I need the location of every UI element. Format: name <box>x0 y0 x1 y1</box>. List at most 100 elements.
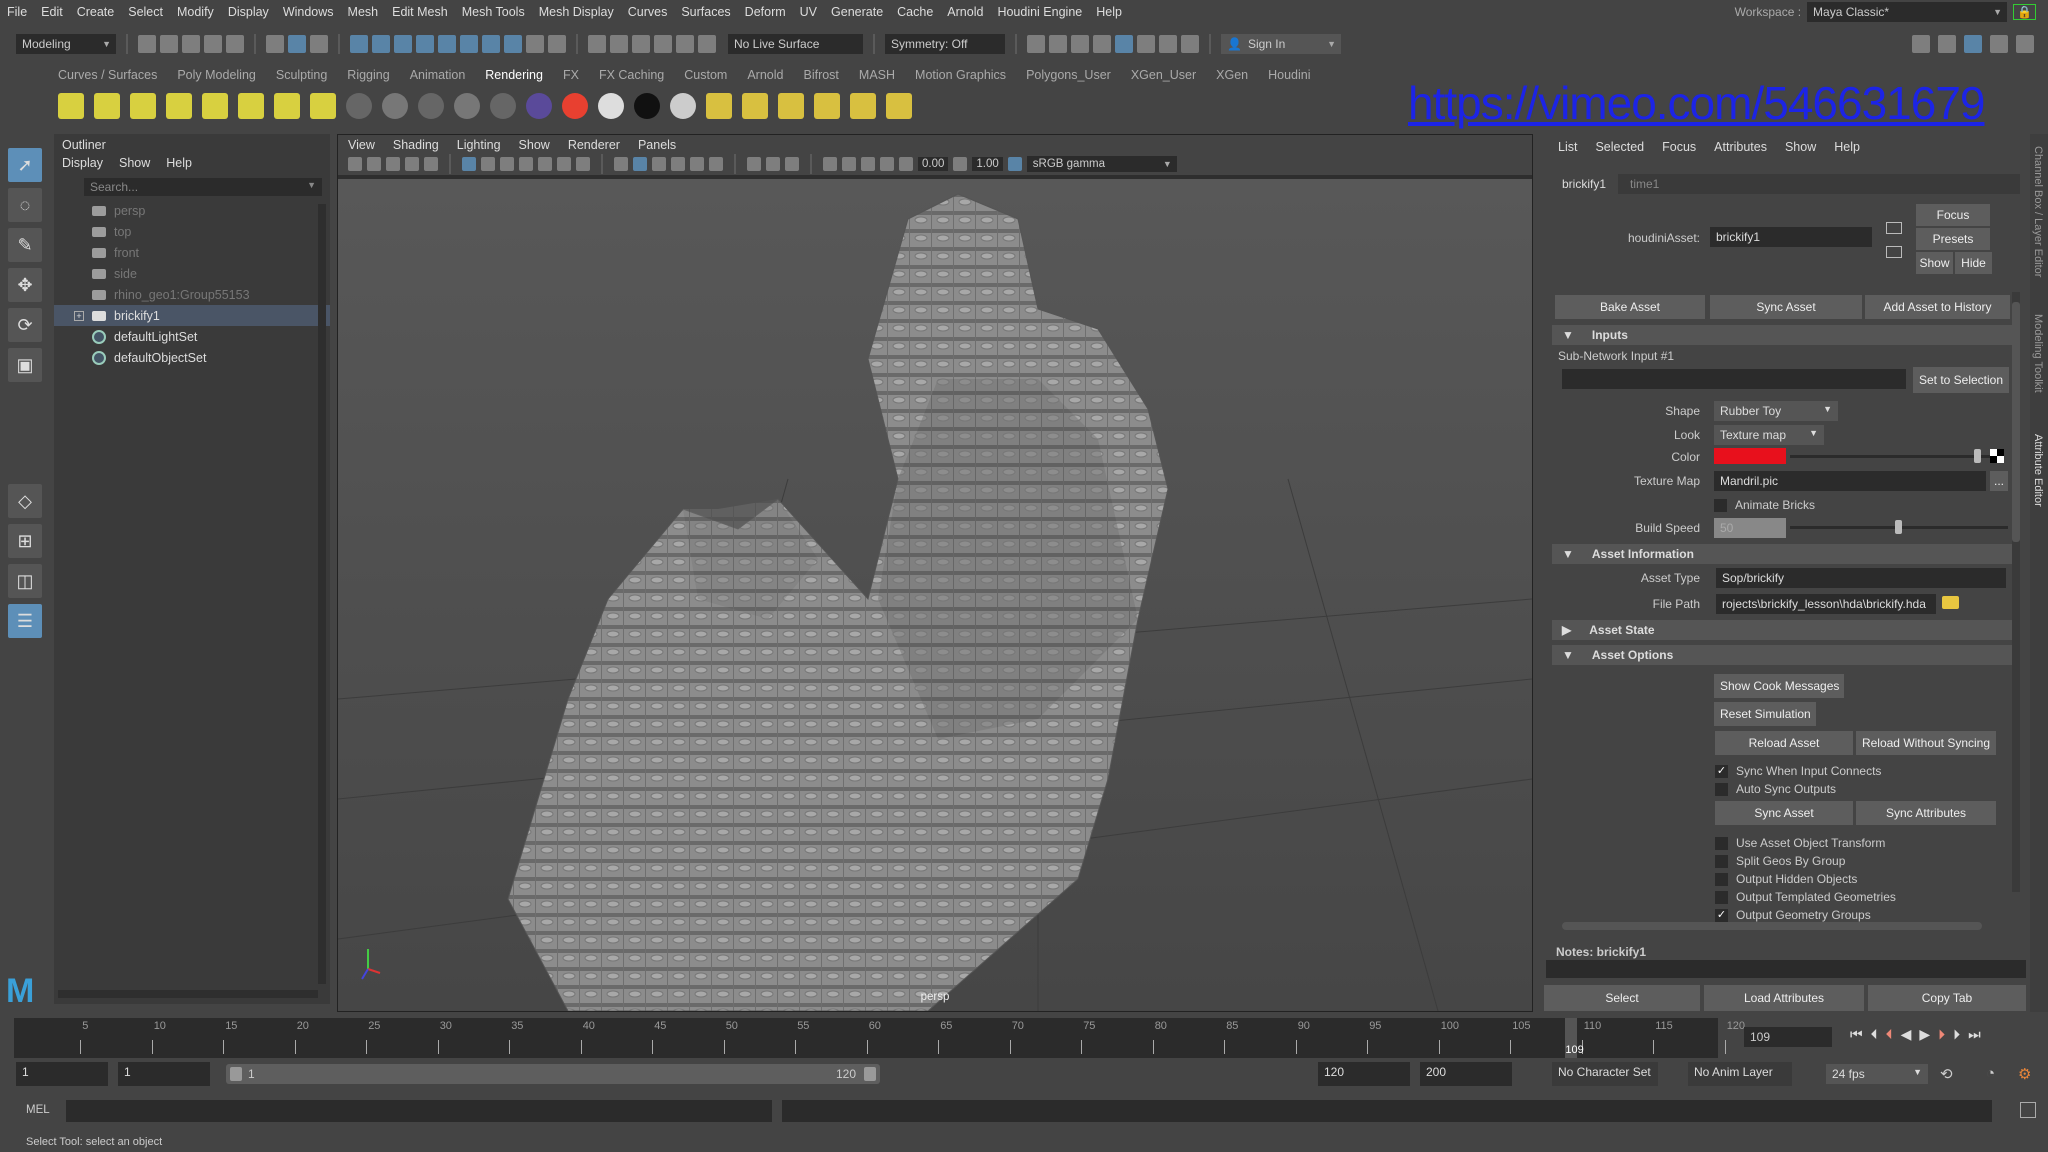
viewport-menu-panels[interactable]: Panels <box>638 138 676 152</box>
safe-title-icon[interactable] <box>576 157 590 171</box>
outline-sphere-icon[interactable] <box>670 93 696 119</box>
auto-key-icon[interactable]: ◔ <box>1986 1065 1995 1082</box>
snap-point2-icon[interactable] <box>632 35 650 53</box>
four-view-icon[interactable]: ⊞ <box>8 524 42 558</box>
shelf-tab-poly-modeling[interactable]: Poly Modeling <box>167 68 266 82</box>
shelf-tab-rigging[interactable]: Rigging <box>337 68 399 82</box>
move-tool-icon[interactable]: ✥ <box>8 268 42 302</box>
color-slider-handle[interactable] <box>1974 449 1981 463</box>
rotate-tool-icon[interactable]: ⟳ <box>8 308 42 342</box>
menu-generate[interactable]: Generate <box>824 5 890 19</box>
point-light-icon[interactable] <box>130 93 156 119</box>
outliner-item[interactable]: defaultLightSet <box>54 326 330 347</box>
phonge-sphere-icon[interactable] <box>454 93 480 119</box>
black-sphere-icon[interactable] <box>634 93 660 119</box>
end-time-field[interactable]: 120 <box>1318 1062 1410 1086</box>
sync-asset-options-button[interactable]: Sync Asset <box>1715 801 1853 825</box>
area-light-icon[interactable] <box>202 93 228 119</box>
gate-mask-icon[interactable] <box>519 157 533 171</box>
menu-deform[interactable]: Deform <box>738 5 793 19</box>
asset-option-checkbox[interactable]: Output Hidden Objects <box>1715 872 1857 886</box>
reload-without-syncing-button[interactable]: Reload Without Syncing <box>1856 731 1996 755</box>
play-backward-icon[interactable]: ◀ <box>1901 1026 1912 1043</box>
snap-together-icon[interactable] <box>588 35 606 53</box>
go-to-start-icon[interactable]: ⏮ <box>1850 1026 1863 1043</box>
play-forward-icon[interactable]: ▶ <box>1919 1026 1930 1043</box>
undo-icon[interactable] <box>204 35 222 53</box>
scale-tool-icon[interactable]: ▣ <box>8 348 42 382</box>
tool-settings-icon[interactable] <box>1990 35 2008 53</box>
fps-dropdown[interactable]: 24 fps ▼ <box>1826 1064 1928 1084</box>
pause-icon[interactable] <box>1181 35 1199 53</box>
sync-when-input-connects-checkbox[interactable]: ✓ Sync When Input Connects <box>1715 764 1881 778</box>
time-slider[interactable]: 5 10 15 20 25 30 35 40 45 50 55 60 65 70 75 80 85 90 95 100… <box>14 1018 1745 1058</box>
mode-dropdown[interactable]: Modeling ▼ <box>16 34 116 54</box>
character-controls-icon[interactable] <box>1938 35 1956 53</box>
outliner-menu-show[interactable]: Show <box>119 156 150 170</box>
snap-curve-icon[interactable] <box>372 35 390 53</box>
menu-create[interactable]: Create <box>70 5 122 19</box>
viewport-scene[interactable]: persp <box>337 179 1533 1012</box>
new-scene-icon[interactable] <box>138 35 156 53</box>
shelf-tab-curves-surfaces[interactable]: Curves / Surfaces <box>48 68 167 82</box>
lock-icon[interactable]: 🔒 <box>2013 4 2036 20</box>
snap-vertex-icon[interactable] <box>460 35 478 53</box>
menu-select[interactable]: Select <box>121 5 170 19</box>
menu-uv[interactable]: UV <box>793 5 824 19</box>
color-space-dropdown[interactable]: sRGB gamma ▼ <box>1026 156 1177 172</box>
paint-select-icon[interactable]: ✎ <box>8 228 42 262</box>
shelf-tab-houdini[interactable]: Houdini <box>1258 68 1320 82</box>
isolate-select-icon[interactable] <box>823 157 837 171</box>
shape-dropdown[interactable]: Rubber Toy ▼ <box>1714 401 1838 421</box>
menu-help[interactable]: Help <box>1089 5 1129 19</box>
side-tab-channel-box[interactable]: Channel Box / Layer Editor <box>2032 146 2044 277</box>
ae-menu-selected[interactable]: Selected <box>1595 140 1644 154</box>
ae-menu-focus[interactable]: Focus <box>1662 140 1696 154</box>
sync-attributes-button[interactable]: Sync Attributes <box>1856 801 1996 825</box>
menu-file[interactable]: File <box>0 5 34 19</box>
attribute-editor-icon[interactable] <box>1964 35 1982 53</box>
camera-icon[interactable] <box>348 157 362 171</box>
exposure-field[interactable]: 0.00 <box>918 157 949 171</box>
ramp-texture-icon[interactable] <box>562 93 588 119</box>
browse-button[interactable]: ... <box>1990 471 2008 491</box>
camera-lock-icon[interactable] <box>367 157 381 171</box>
anim-layer-dropdown[interactable]: No Anim Layer <box>1688 1062 1792 1086</box>
folder-icon[interactable] <box>1942 596 1959 609</box>
menu-mesh[interactable]: Mesh <box>341 5 386 19</box>
reset-simulation-button[interactable]: Reset Simulation <box>1714 702 1816 726</box>
outliner-search-input[interactable]: Search... ▼ <box>84 178 322 196</box>
outliner-menu-display[interactable]: Display <box>62 156 103 170</box>
show-cook-messages-button[interactable]: Show Cook Messages <box>1714 674 1844 698</box>
ae-scrollbar[interactable] <box>2012 292 2020 892</box>
input-connection-icon[interactable] <box>1886 222 1902 234</box>
directional-light-icon[interactable] <box>94 93 120 119</box>
mel-input[interactable] <box>66 1100 772 1122</box>
grid-icon[interactable] <box>462 157 476 171</box>
menu-windows[interactable]: Windows <box>276 5 341 19</box>
color-swatch[interactable] <box>1714 448 1786 464</box>
viewport-menu-show[interactable]: Show <box>519 138 550 152</box>
side-tab-modeling-toolkit[interactable]: Modeling Toolkit <box>2032 314 2044 393</box>
snap-live-icon[interactable] <box>676 35 694 53</box>
color-slider[interactable] <box>1790 455 1990 458</box>
select-object-icon[interactable] <box>288 35 306 53</box>
shelf-tab-polygons-user[interactable]: Polygons_User <box>1016 68 1121 82</box>
light-editor-icon[interactable] <box>1159 35 1177 53</box>
snap-grid-icon[interactable] <box>350 35 368 53</box>
gamma-field[interactable]: 1.00 <box>972 157 1003 171</box>
default-material-icon[interactable] <box>652 157 666 171</box>
ambient-light-icon[interactable] <box>58 93 84 119</box>
snap-magnet-icon[interactable] <box>698 35 716 53</box>
hide-button[interactable]: Hide <box>1955 252 1992 274</box>
outliner-item[interactable]: defaultObjectSet <box>54 347 330 368</box>
output-connection-icon[interactable] <box>1886 246 1902 258</box>
outliner-item[interactable]: rhino_geo1:Group55153 <box>54 284 330 305</box>
snap-surface-icon[interactable] <box>438 35 456 53</box>
build-speed-handle[interactable] <box>1895 520 1902 534</box>
ae-menu-help[interactable]: Help <box>1834 140 1860 154</box>
shelf-tab-fx[interactable]: FX <box>553 68 589 82</box>
single-layout-icon[interactable]: ◇ <box>8 484 42 518</box>
shelf-tab-arnold[interactable]: Arnold <box>737 68 793 82</box>
load-attributes-button[interactable]: Load Attributes <box>1704 985 1864 1011</box>
